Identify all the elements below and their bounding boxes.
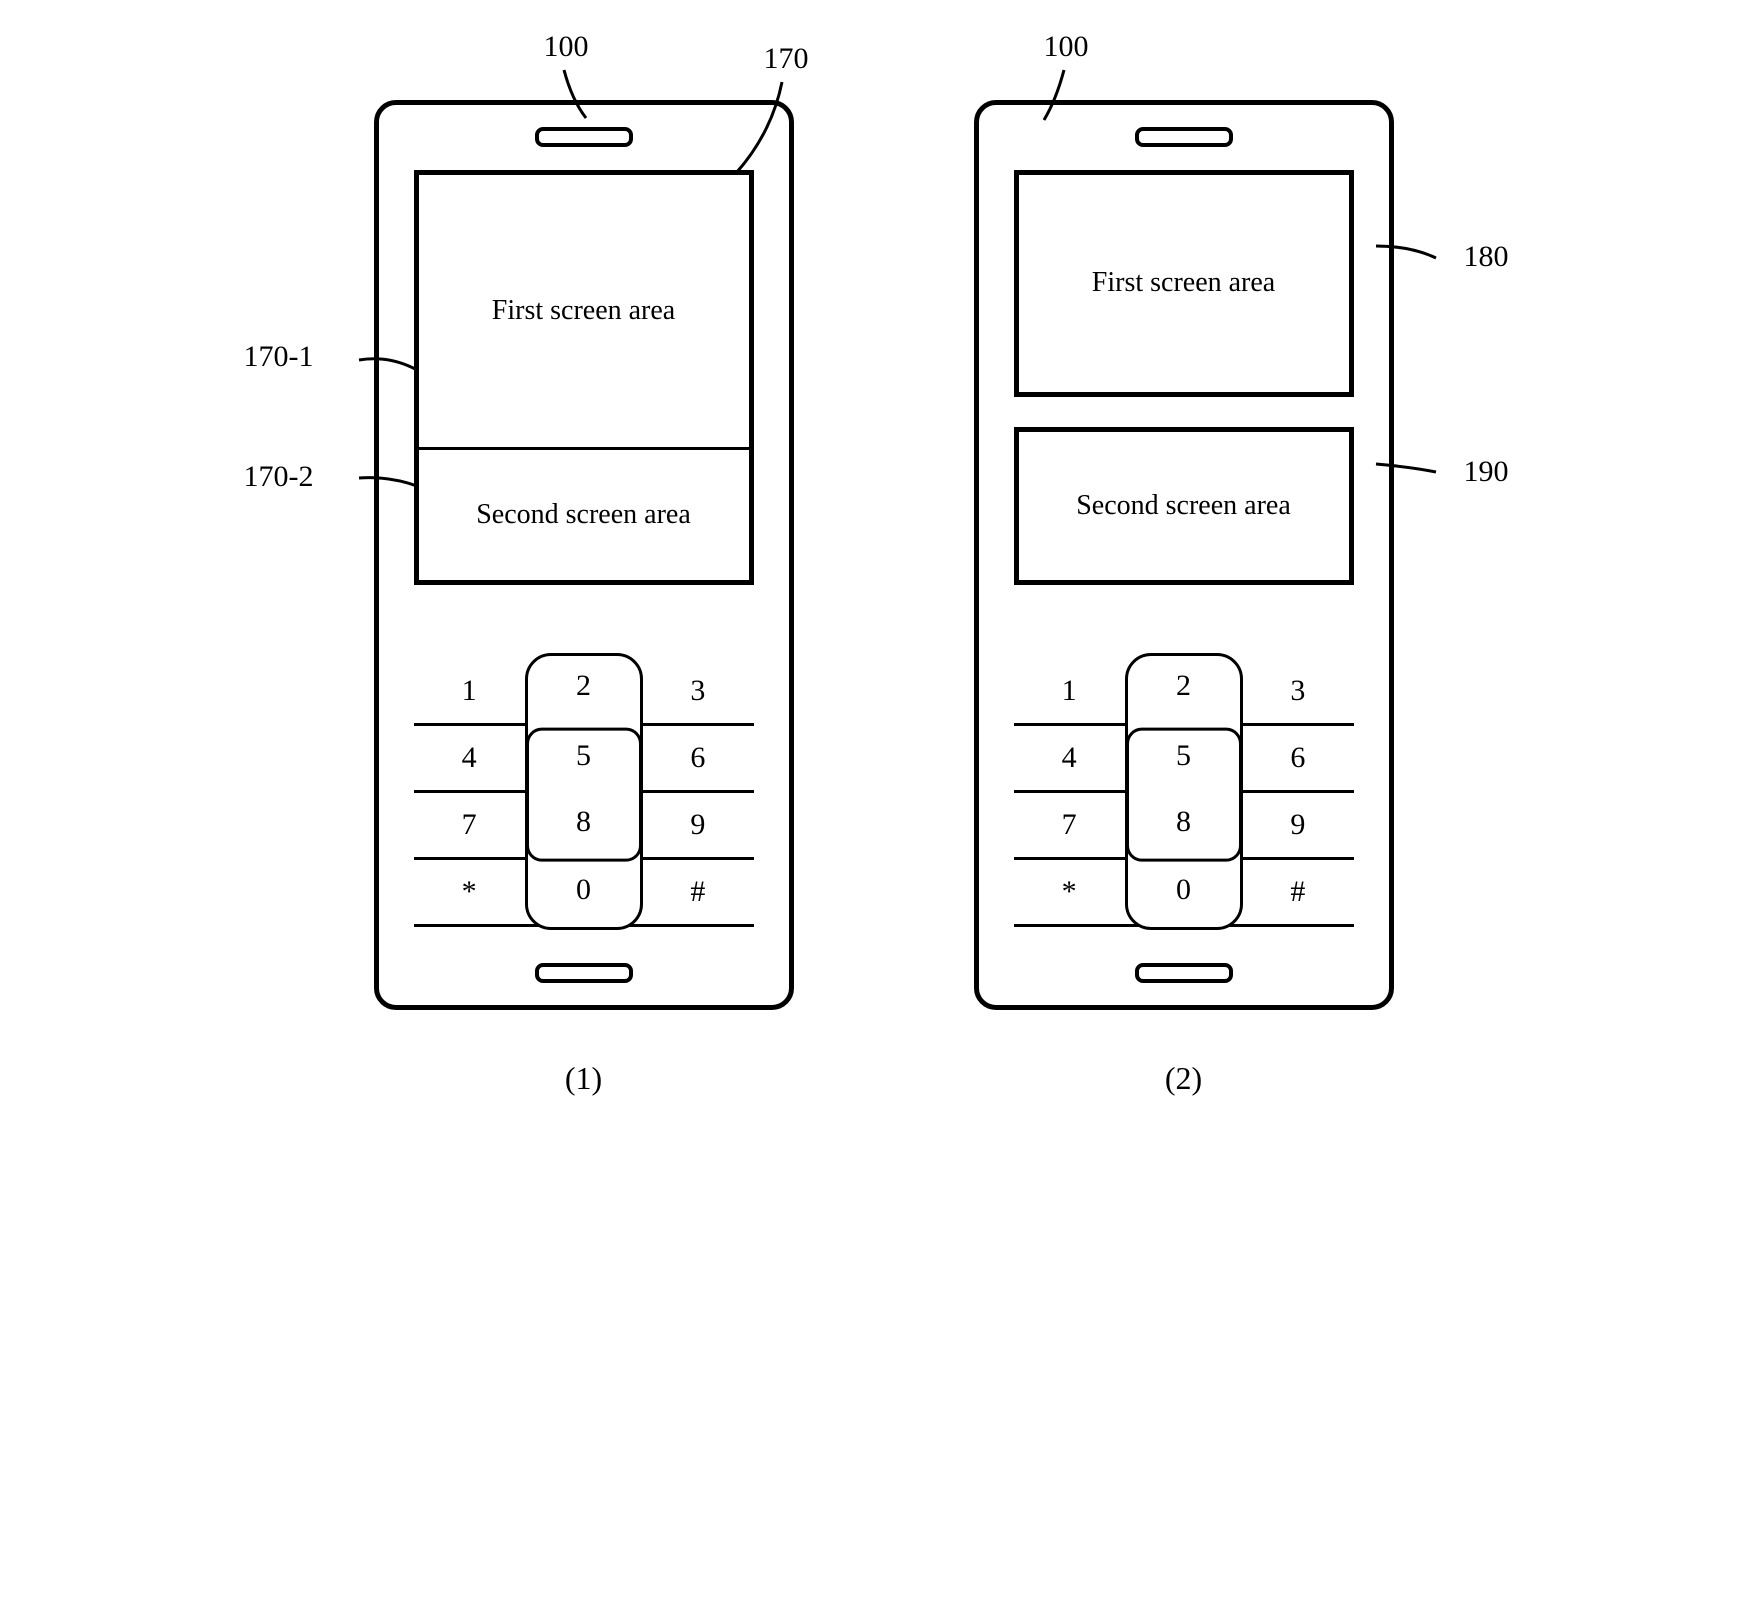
key-star[interactable]: *: [414, 875, 525, 909]
key-4[interactable]: 4: [1014, 741, 1125, 775]
key-7[interactable]: 7: [414, 808, 525, 842]
phone-body: First screen area Second screen area 1 3…: [974, 100, 1394, 1010]
first-screen-label: First screen area: [492, 295, 675, 327]
key-9[interactable]: 9: [1242, 808, 1353, 842]
dpad[interactable]: 2 5 8 0: [525, 659, 643, 924]
mic: [535, 963, 633, 983]
first-screen-area: First screen area: [1014, 170, 1354, 397]
dpad-key-5[interactable]: 5: [1125, 739, 1243, 773]
ref-100-left: 100: [544, 30, 589, 64]
first-screen-label: First screen area: [1092, 267, 1275, 299]
dpad-key-5[interactable]: 5: [525, 739, 643, 773]
dpad-key-0[interactable]: 0: [525, 873, 643, 907]
dpad-key-8[interactable]: 8: [525, 805, 643, 839]
dpad[interactable]: 2 5 8 0: [1125, 659, 1243, 924]
key-4[interactable]: 4: [414, 741, 525, 775]
second-screen-label: Second screen area: [476, 499, 691, 531]
second-screen-label: Second screen area: [1076, 490, 1291, 522]
key-star[interactable]: *: [1014, 875, 1125, 909]
earpiece: [535, 127, 633, 147]
key-1[interactable]: 1: [414, 674, 525, 708]
device-variant-2: 100 180 190 First screen area Second scr…: [974, 40, 1504, 1097]
phone-body: First screen area Second screen area 1 3…: [374, 100, 794, 1010]
second-screen-area: Second screen area: [419, 447, 749, 580]
keypad: 1 3 4 6 7 9 * #: [414, 659, 754, 927]
dpad-key-2[interactable]: 2: [525, 669, 643, 703]
mic: [1135, 963, 1233, 983]
ref-190: 190: [1464, 455, 1509, 489]
earpiece: [1135, 127, 1233, 147]
dpad-key-0[interactable]: 0: [1125, 873, 1243, 907]
key-6[interactable]: 6: [1242, 741, 1353, 775]
screen-gap: [1014, 397, 1354, 427]
second-screen-area: Second screen area: [1014, 427, 1354, 585]
dpad-key-2[interactable]: 2: [1125, 669, 1243, 703]
keypad: 1 3 4 6 7 9 * #: [1014, 659, 1354, 927]
ref-170: 170: [764, 42, 809, 76]
key-9[interactable]: 9: [642, 808, 753, 842]
ref-170-2: 170-2: [244, 460, 314, 494]
screen-single: First screen area Second screen area: [414, 170, 754, 585]
key-hash[interactable]: #: [1242, 875, 1353, 909]
first-screen-area: First screen area: [419, 175, 749, 447]
ref-180: 180: [1464, 240, 1509, 274]
caption-1: (1): [565, 1060, 602, 1097]
caption-2: (2): [1165, 1060, 1202, 1097]
device-variant-1: 100 170 170-1 170-2 First screen area Se…: [254, 40, 794, 1097]
ref-170-1: 170-1: [244, 340, 314, 374]
ref-100-right: 100: [1044, 30, 1089, 64]
key-3[interactable]: 3: [1242, 674, 1353, 708]
dual-screens: First screen area Second screen area: [1014, 170, 1354, 585]
key-7[interactable]: 7: [1014, 808, 1125, 842]
key-hash[interactable]: #: [642, 875, 753, 909]
key-3[interactable]: 3: [642, 674, 753, 708]
key-6[interactable]: 6: [642, 741, 753, 775]
dpad-key-8[interactable]: 8: [1125, 805, 1243, 839]
key-1[interactable]: 1: [1014, 674, 1125, 708]
